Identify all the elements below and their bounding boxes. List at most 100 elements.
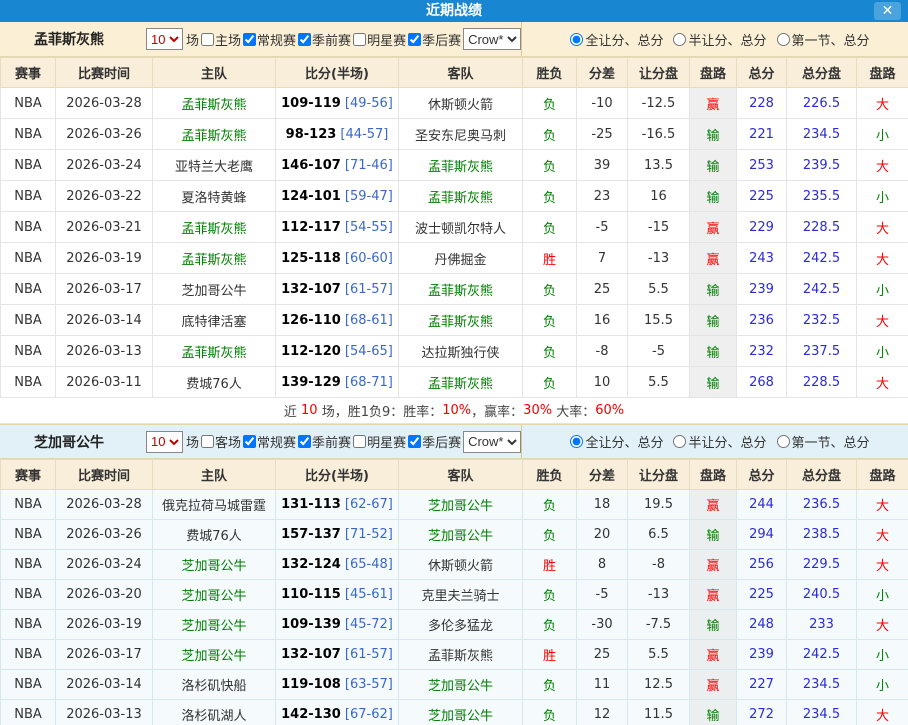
summary-segment: 10%: [442, 403, 471, 418]
table-row: NBA2026-03-22夏洛特黄蜂124-101 [59-47]孟菲斯灰熊负2…: [1, 181, 908, 212]
total-cell: 236: [737, 305, 787, 336]
odds-select[interactable]: Crow*: [463, 28, 521, 50]
scope-radio[interactable]: [570, 435, 583, 448]
ou-cell: 小: [857, 580, 908, 610]
scope-radio[interactable]: [777, 33, 790, 46]
scope-label: 第一节、总分: [792, 30, 870, 49]
scope-radio[interactable]: [570, 33, 583, 46]
column-header: 盘路: [690, 58, 737, 88]
handicap-cell: 5.5: [628, 640, 690, 670]
total-cell: 232: [737, 336, 787, 367]
filter-checkbox[interactable]: [298, 33, 311, 46]
filter-checkbox[interactable]: [201, 33, 214, 46]
away-team-cell: 芝加哥公牛: [399, 670, 523, 700]
home-team-cell: 俄克拉荷马城雷霆: [153, 490, 276, 520]
halftime-score: [68-61]: [341, 313, 393, 328]
table-row: NBA2026-03-21孟菲斯灰熊112-117 [54-55]波士顿凯尔特人…: [1, 212, 908, 243]
team-name: 孟菲斯灰熊: [34, 29, 104, 49]
score-cell: 132-107 [61-57]: [276, 274, 399, 305]
ou-cell: 大: [857, 305, 908, 336]
home-team-cell: 芝加哥公牛: [153, 274, 276, 305]
section-header: 孟菲斯灰熊10场主场常规赛季前赛明星赛季后赛Crow*全让分、总分半让分、总分第…: [0, 22, 908, 57]
scope-label: 全让分、总分: [585, 30, 663, 49]
halftime-score: [45-61]: [341, 587, 393, 602]
handicap-result-cell: 输: [690, 274, 737, 305]
league-cell: NBA: [1, 367, 56, 398]
home-team-cell: 费城76人: [153, 367, 276, 398]
summary-segment: 近: [284, 401, 301, 420]
close-icon[interactable]: ✕: [874, 2, 901, 20]
league-cell: NBA: [1, 640, 56, 670]
scope-radio[interactable]: [777, 435, 790, 448]
odds-select[interactable]: Crow*: [463, 431, 521, 453]
result-cell: 负: [523, 490, 577, 520]
filter-checkbox[interactable]: [243, 33, 256, 46]
filter-checkbox[interactable]: [353, 33, 366, 46]
away-team-cell: 芝加哥公牛: [399, 520, 523, 550]
away-team-cell: 孟菲斯灰熊: [399, 274, 523, 305]
final-score: 142-130: [281, 707, 341, 722]
halftime-score: [65-48]: [341, 557, 393, 572]
filter-checkbox[interactable]: [298, 435, 311, 448]
home-team-cell: 底特律活塞: [153, 305, 276, 336]
handicap-cell: 6.5: [628, 520, 690, 550]
scope-radio[interactable]: [673, 33, 686, 46]
filter-checkbox[interactable]: [201, 435, 214, 448]
handicap-cell: 16: [628, 181, 690, 212]
score-cell: 142-130 [67-62]: [276, 700, 399, 725]
home-team-cell: 洛杉矶湖人: [153, 700, 276, 725]
filter-checkbox[interactable]: [353, 435, 366, 448]
result-cell: 负: [523, 212, 577, 243]
total-line-cell: 233: [787, 610, 857, 640]
total-line-cell: 226.5: [787, 88, 857, 119]
column-header: 比赛时间: [56, 58, 153, 88]
summary-segment: 30%: [523, 403, 552, 418]
table-row: NBA2026-03-17芝加哥公牛132-107 [61-57]孟菲斯灰熊胜2…: [1, 640, 908, 670]
handicap-cell: 13.5: [628, 150, 690, 181]
filter-checkbox[interactable]: [243, 435, 256, 448]
total-line-cell: 242.5: [787, 274, 857, 305]
date-cell: 2026-03-19: [56, 243, 153, 274]
final-score: 112-117: [281, 220, 341, 235]
date-cell: 2026-03-20: [56, 580, 153, 610]
table-row: NBA2026-03-26费城76人157-137 [71-52]芝加哥公牛负2…: [1, 520, 908, 550]
handicap-result-cell: 输: [690, 150, 737, 181]
total-line-cell: 236.5: [787, 490, 857, 520]
league-cell: NBA: [1, 88, 56, 119]
league-cell: NBA: [1, 119, 56, 150]
score-cell: 146-107 [71-46]: [276, 150, 399, 181]
score-cell: 132-107 [61-57]: [276, 640, 399, 670]
league-cell: NBA: [1, 520, 56, 550]
diff-cell: -8: [577, 336, 628, 367]
date-cell: 2026-03-14: [56, 670, 153, 700]
filter-label: 客场: [215, 432, 241, 451]
filter-label: 主场: [215, 30, 241, 49]
filter-label: 季前赛: [312, 432, 351, 451]
games-count-select[interactable]: 10: [146, 28, 183, 50]
filter-checkbox[interactable]: [408, 435, 421, 448]
league-cell: NBA: [1, 243, 56, 274]
handicap-result-cell: 输: [690, 610, 737, 640]
result-cell: 负: [523, 670, 577, 700]
ou-cell: 小: [857, 181, 908, 212]
halftime-score: [61-57]: [341, 282, 393, 297]
filter-label: 季后赛: [422, 432, 461, 451]
handicap-cell: -13: [628, 580, 690, 610]
games-count-select[interactable]: 10: [146, 431, 183, 453]
scope-radio[interactable]: [673, 435, 686, 448]
away-team-cell: 芝加哥公牛: [399, 490, 523, 520]
summary-segment: 10: [301, 403, 318, 418]
final-score: 119-108: [281, 677, 341, 692]
column-header: 分差: [577, 460, 628, 490]
filter-checkbox[interactable]: [408, 33, 421, 46]
score-cell: 139-129 [68-71]: [276, 367, 399, 398]
column-header: 盘路: [690, 460, 737, 490]
result-cell: 负: [523, 336, 577, 367]
home-team-cell: 芝加哥公牛: [153, 640, 276, 670]
handicap-cell: -8: [628, 550, 690, 580]
score-cell: 126-110 [68-61]: [276, 305, 399, 336]
date-cell: 2026-03-17: [56, 640, 153, 670]
handicap-result-cell: 输: [690, 367, 737, 398]
total-cell: 244: [737, 490, 787, 520]
home-team-cell: 孟菲斯灰熊: [153, 119, 276, 150]
